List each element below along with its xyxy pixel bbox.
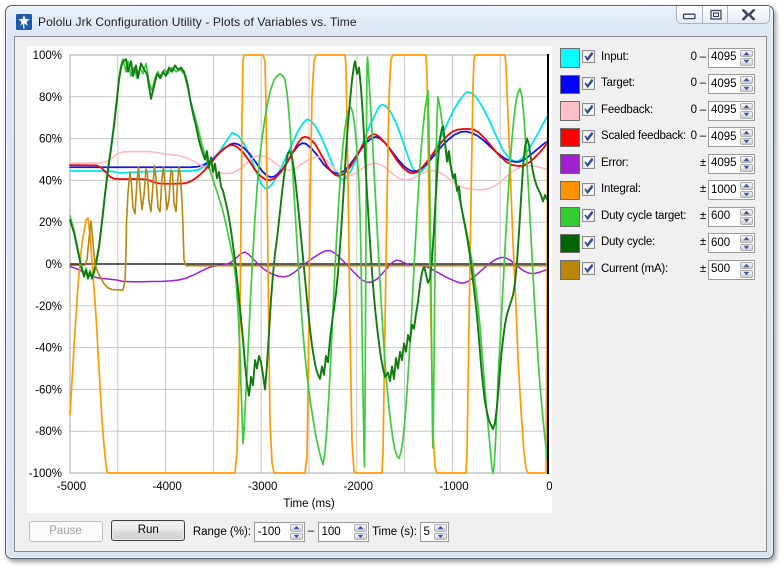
svg-text:-1000: -1000 <box>439 481 468 493</box>
svg-text:-3000: -3000 <box>248 481 277 493</box>
svg-text:-40%: -40% <box>35 343 62 355</box>
svg-text:-80%: -80% <box>35 426 62 438</box>
svg-text:80%: 80% <box>39 92 62 104</box>
svg-text:-2000: -2000 <box>344 481 373 493</box>
svg-text:-5000: -5000 <box>57 481 86 493</box>
svg-text:Time (ms): Time (ms) <box>283 498 334 510</box>
svg-text:-4000: -4000 <box>152 481 181 493</box>
svg-text:-100%: -100% <box>29 468 62 480</box>
svg-text:-20%: -20% <box>35 301 62 313</box>
svg-text:0%: 0% <box>45 259 62 271</box>
svg-text:0: 0 <box>546 481 552 493</box>
svg-text:20%: 20% <box>39 217 62 229</box>
svg-text:100%: 100% <box>33 50 62 62</box>
svg-text:-60%: -60% <box>35 384 62 396</box>
svg-text:60%: 60% <box>39 134 62 146</box>
svg-text:40%: 40% <box>39 175 62 187</box>
